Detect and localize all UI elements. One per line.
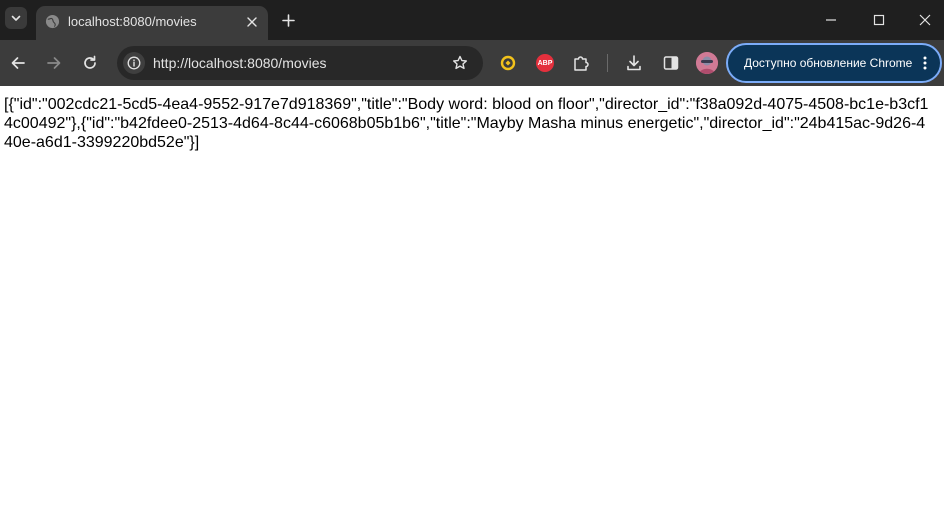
side-panel-icon xyxy=(663,56,679,70)
adblock-plus-button[interactable]: ABP xyxy=(534,52,556,74)
url-text[interactable]: http://localhost:8080/movies xyxy=(153,55,327,71)
maximize-button[interactable] xyxy=(867,8,891,32)
forward-button[interactable] xyxy=(43,52,65,74)
arrow-left-icon xyxy=(11,57,25,69)
extension-ring-button[interactable] xyxy=(497,52,519,74)
globe-icon xyxy=(45,14,60,29)
address-bar[interactable]: http://localhost:8080/movies xyxy=(117,46,483,80)
tab-title: localhost:8080/movies xyxy=(68,14,197,29)
maximize-icon xyxy=(873,14,885,26)
bookmark-button[interactable] xyxy=(449,52,471,74)
avatar-icon xyxy=(696,52,718,74)
update-button-label: Доступно обновление Chrome xyxy=(744,56,913,70)
close-icon xyxy=(919,14,931,26)
minimize-button[interactable] xyxy=(819,8,843,32)
tab-strip: localhost:8080/movies xyxy=(0,0,944,40)
arrow-right-icon xyxy=(47,57,61,69)
more-vertical-icon xyxy=(923,56,927,70)
reload-button[interactable] xyxy=(79,52,101,74)
minimize-icon xyxy=(826,19,836,21)
chevron-down-icon xyxy=(11,15,21,21)
toolbar-separator xyxy=(607,54,608,72)
download-icon xyxy=(627,55,641,71)
tab-search-button[interactable] xyxy=(5,7,27,29)
downloads-button[interactable] xyxy=(623,52,645,74)
browser-toolbar: http://localhost:8080/movies ABP Доступн… xyxy=(0,40,944,86)
tab-close-button[interactable] xyxy=(243,13,261,31)
adblock-plus-icon: ABP xyxy=(536,54,554,72)
page-content: [{"id":"002cdc21-5cd5-4ea4-9552-917e7d91… xyxy=(0,86,944,517)
close-icon xyxy=(247,17,257,27)
profile-avatar[interactable] xyxy=(696,52,718,74)
side-panel-button[interactable] xyxy=(660,52,682,74)
extension-ring-icon xyxy=(500,55,516,71)
puzzle-icon xyxy=(574,56,589,71)
reload-icon xyxy=(84,55,96,69)
close-window-button[interactable] xyxy=(913,8,937,32)
info-icon xyxy=(127,56,141,70)
new-tab-button[interactable] xyxy=(278,10,298,30)
plus-icon xyxy=(281,13,295,27)
star-icon xyxy=(453,55,467,70)
chrome-update-button[interactable]: Доступно обновление Chrome xyxy=(726,43,942,83)
active-tab[interactable]: localhost:8080/movies xyxy=(36,6,268,40)
more-menu-button[interactable] xyxy=(916,53,934,73)
back-button[interactable] xyxy=(7,52,29,74)
json-response-text: [{"id":"002cdc21-5cd5-4ea4-9552-917e7d91… xyxy=(4,96,929,151)
site-info-button[interactable] xyxy=(123,52,145,74)
extensions-button[interactable] xyxy=(570,52,592,74)
